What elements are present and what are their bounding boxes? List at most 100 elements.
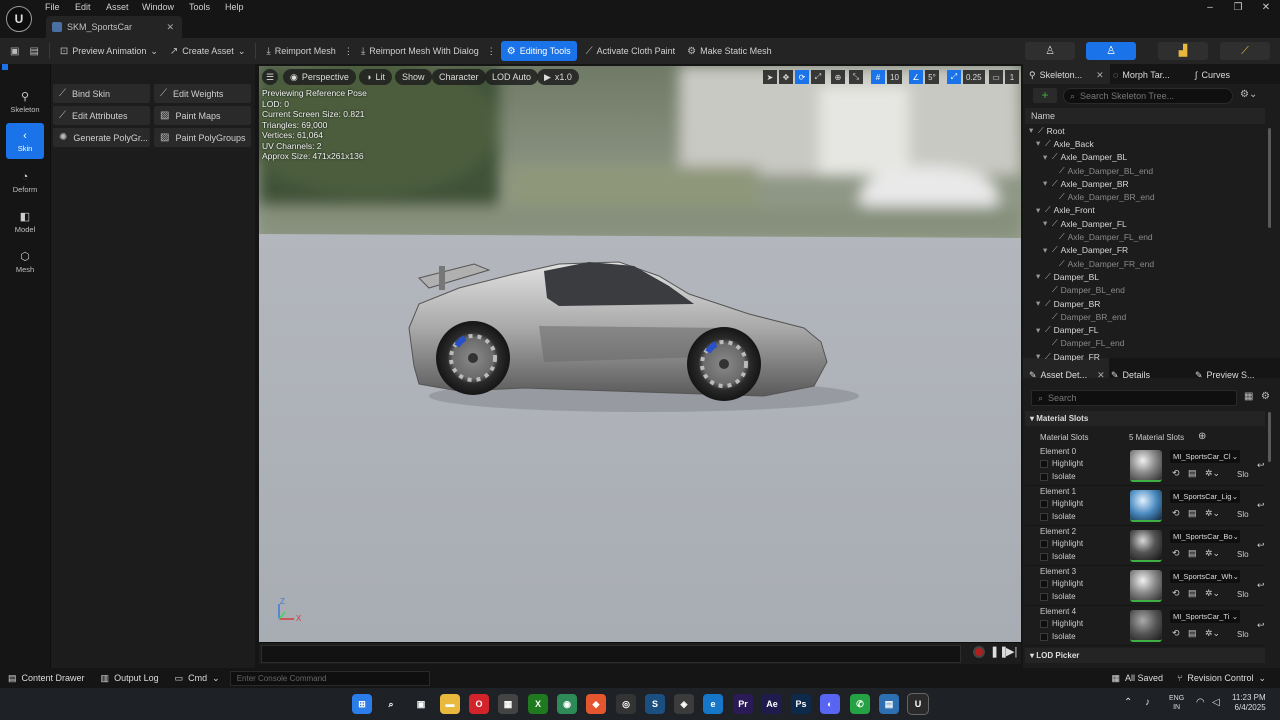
start-icon[interactable]: ⊞ [352,694,372,714]
animation-editor-mode-button[interactable]: ▟ [1158,42,1208,60]
material-thumbnail[interactable] [1130,490,1162,522]
viewport-options-button[interactable]: ☰ [262,69,278,85]
select-tool-icon[interactable]: ➤ [763,70,777,84]
expand-arrow-icon[interactable]: ▾ [1043,152,1049,163]
browse-material-icon[interactable]: ⟲ [1172,628,1180,639]
photos-icon[interactable]: ▤ [879,694,899,714]
tab-skeleton-tree[interactable]: ⚲ Skeleton... ✕ [1029,66,1104,84]
volume-icon[interactable]: ◁ [1212,697,1220,708]
skeleton-editor-mode-button[interactable]: ♙ [1025,42,1075,60]
cmd-dropdown[interactable]: ▭ Cmd ⌄ [175,673,220,684]
character-button[interactable]: Character [432,69,486,85]
browse-material-icon[interactable]: ⟲ [1172,508,1180,519]
material-select[interactable]: M_SportsCar_Wh ⌄ [1170,570,1240,583]
surface-snap-icon[interactable]: ⤡ [849,70,863,84]
camera-speed-value[interactable]: 1 [1005,70,1019,84]
edit-attributes-button[interactable]: ⟋ Edit Attributes [53,106,150,125]
app-icon[interactable]: ◈ [674,694,694,714]
physics-editor-mode-button[interactable]: ⟋ [1220,42,1270,60]
tree-row-bone[interactable]: ▾ ⟋ Damper_BR [1029,297,1267,310]
scale-tool-icon[interactable]: ⤢ [811,70,825,84]
mode-skin[interactable]: ‹ Skin [6,123,44,159]
skeleton-search-input[interactable]: ⌕ Search Skeleton Tree... [1063,88,1233,104]
grid-snap-icon[interactable]: # [871,70,885,84]
document-tab[interactable]: SKM_SportsCar ✕ [46,16,182,38]
reimport-dialog-options-icon[interactable]: ⋮ [485,41,498,61]
mode-model[interactable]: ◧ Model [6,204,44,240]
browse-material-icon[interactable]: ⟲ [1172,468,1180,479]
isolate-checkbox[interactable]: Isolate [1040,472,1076,481]
material-thumbnail[interactable] [1130,610,1162,642]
reimport-options-icon[interactable]: ⋮ [342,41,355,61]
maximize-button[interactable]: ❐ [1224,0,1252,16]
discord-icon[interactable]: ◐ [820,694,840,714]
whatsapp-icon[interactable]: ✆ [850,694,870,714]
menu-edit[interactable]: Edit [71,2,95,12]
mode-mesh[interactable]: ⬡ Mesh [6,244,44,280]
preview-animation-button[interactable]: ⊡ Preview Animation ⌄ [54,41,164,61]
options-icon[interactable]: ✲⌄ [1205,548,1220,559]
highlight-checkbox[interactable]: Highlight [1040,499,1083,508]
store-icon[interactable]: ▦ [498,694,518,714]
wifi-icon[interactable]: ◠ [1196,697,1205,708]
activate-cloth-paint-button[interactable]: ⟋ Activate Cloth Paint [580,41,682,61]
tree-row-bone[interactable]: ▾ ⟋ Damper_FL [1029,323,1267,336]
paint-maps-button[interactable]: ▨ Paint Maps [154,106,251,125]
reimport-mesh-button[interactable]: ⤓ Reimport Mesh [260,41,341,61]
highlight-checkbox[interactable]: Highlight [1040,579,1083,588]
record-button[interactable] [973,646,985,658]
create-asset-button[interactable]: ↗ Create Asset ⌄ [164,41,251,61]
tree-row-bone[interactable]: ▾ ⟋ Axle_Damper_FL [1029,217,1267,230]
lod-picker-section-header[interactable]: ▾ LOD Picker [1025,648,1265,663]
tree-row-bone[interactable]: ⟋ Axle_Damper_FR_end [1029,257,1267,270]
tree-row-bone[interactable]: ▾ ⟋ Root [1029,124,1267,137]
app-orange-icon[interactable]: ◆ [586,694,606,714]
material-select[interactable]: MI_SportsCar_Bo ⌄ [1170,530,1240,543]
expand-arrow-icon[interactable]: ▾ [1036,138,1042,149]
playback-speed-button[interactable]: ▶ x1.0 [537,69,579,85]
language-indicator[interactable]: ENG IN [1169,694,1184,712]
expand-arrow-icon[interactable]: ▾ [1036,325,1042,336]
opera-icon[interactable]: O [469,694,489,714]
tree-row-bone[interactable]: ⟋ Axle_Damper_BL_end [1029,164,1267,177]
expand-arrow-icon[interactable]: ▾ [1043,218,1049,229]
task-view-icon[interactable]: ▣ [411,694,431,714]
clock[interactable]: 11:23 PM 6/4/2025 [1232,693,1266,713]
table-view-icon[interactable]: ▦ [1244,391,1253,402]
console-command-input[interactable]: Enter Console Command [229,670,430,686]
close-tab-icon[interactable]: ✕ [1097,370,1105,381]
options-icon[interactable]: ✲⌄ [1205,468,1220,479]
browse-material-icon[interactable]: ⟲ [1172,548,1180,559]
menu-asset[interactable]: Asset [102,2,133,12]
edit-weights-button[interactable]: ⟋ Edit Weights [154,84,251,103]
menu-tools[interactable]: Tools [185,2,214,12]
translate-tool-icon[interactable]: ✥ [779,70,793,84]
save-button[interactable]: ▣ [0,41,23,61]
tree-row-bone[interactable]: ▾ ⟋ Axle_Damper_FR [1029,244,1267,257]
show-button[interactable]: Show [395,69,432,85]
tray-chevron-icon[interactable]: ⌃ [1124,697,1132,708]
tree-row-bone[interactable]: ⟋ Damper_BL_end [1029,284,1267,297]
tab-morph-targets[interactable]: ◌ Morph Tar... [1113,66,1170,84]
isolate-checkbox[interactable]: Isolate [1040,632,1076,641]
isolate-checkbox[interactable]: Isolate [1040,552,1076,561]
generate-polygroups-button[interactable]: ✺ Generate PolyGr... [53,128,150,147]
browse-button[interactable]: ▤ [23,41,44,61]
details-search-input[interactable]: ⌕ Search [1031,390,1237,406]
world-local-icon[interactable]: ⊕ [831,70,845,84]
settings-gear-icon[interactable]: ⚙⌄ [1240,89,1257,100]
expand-arrow-icon[interactable]: ▾ [1036,351,1042,361]
tab-asset-details[interactable]: ✎ Asset Det... ✕ [1029,366,1105,384]
tree-row-bone[interactable]: ⟋ Axle_Damper_BR_end [1029,190,1267,203]
tree-row-bone[interactable]: ▾ ⟋ Axle_Back [1029,137,1267,150]
menu-help[interactable]: Help [221,2,248,12]
unreal-icon[interactable]: U [907,693,929,715]
expand-arrow-icon[interactable]: ▾ [1029,125,1035,136]
angle-snap-value[interactable]: 5° [925,70,939,84]
material-slots-section-header[interactable]: ▾ Material Slots [1025,411,1265,426]
reset-arrow-icon[interactable]: ↩ [1257,500,1265,511]
reset-arrow-icon[interactable]: ↩ [1257,620,1265,631]
file-explorer-icon[interactable]: ▬ [440,694,460,714]
options-icon[interactable]: ✲⌄ [1205,508,1220,519]
grid-snap-value[interactable]: 10 [887,70,902,84]
